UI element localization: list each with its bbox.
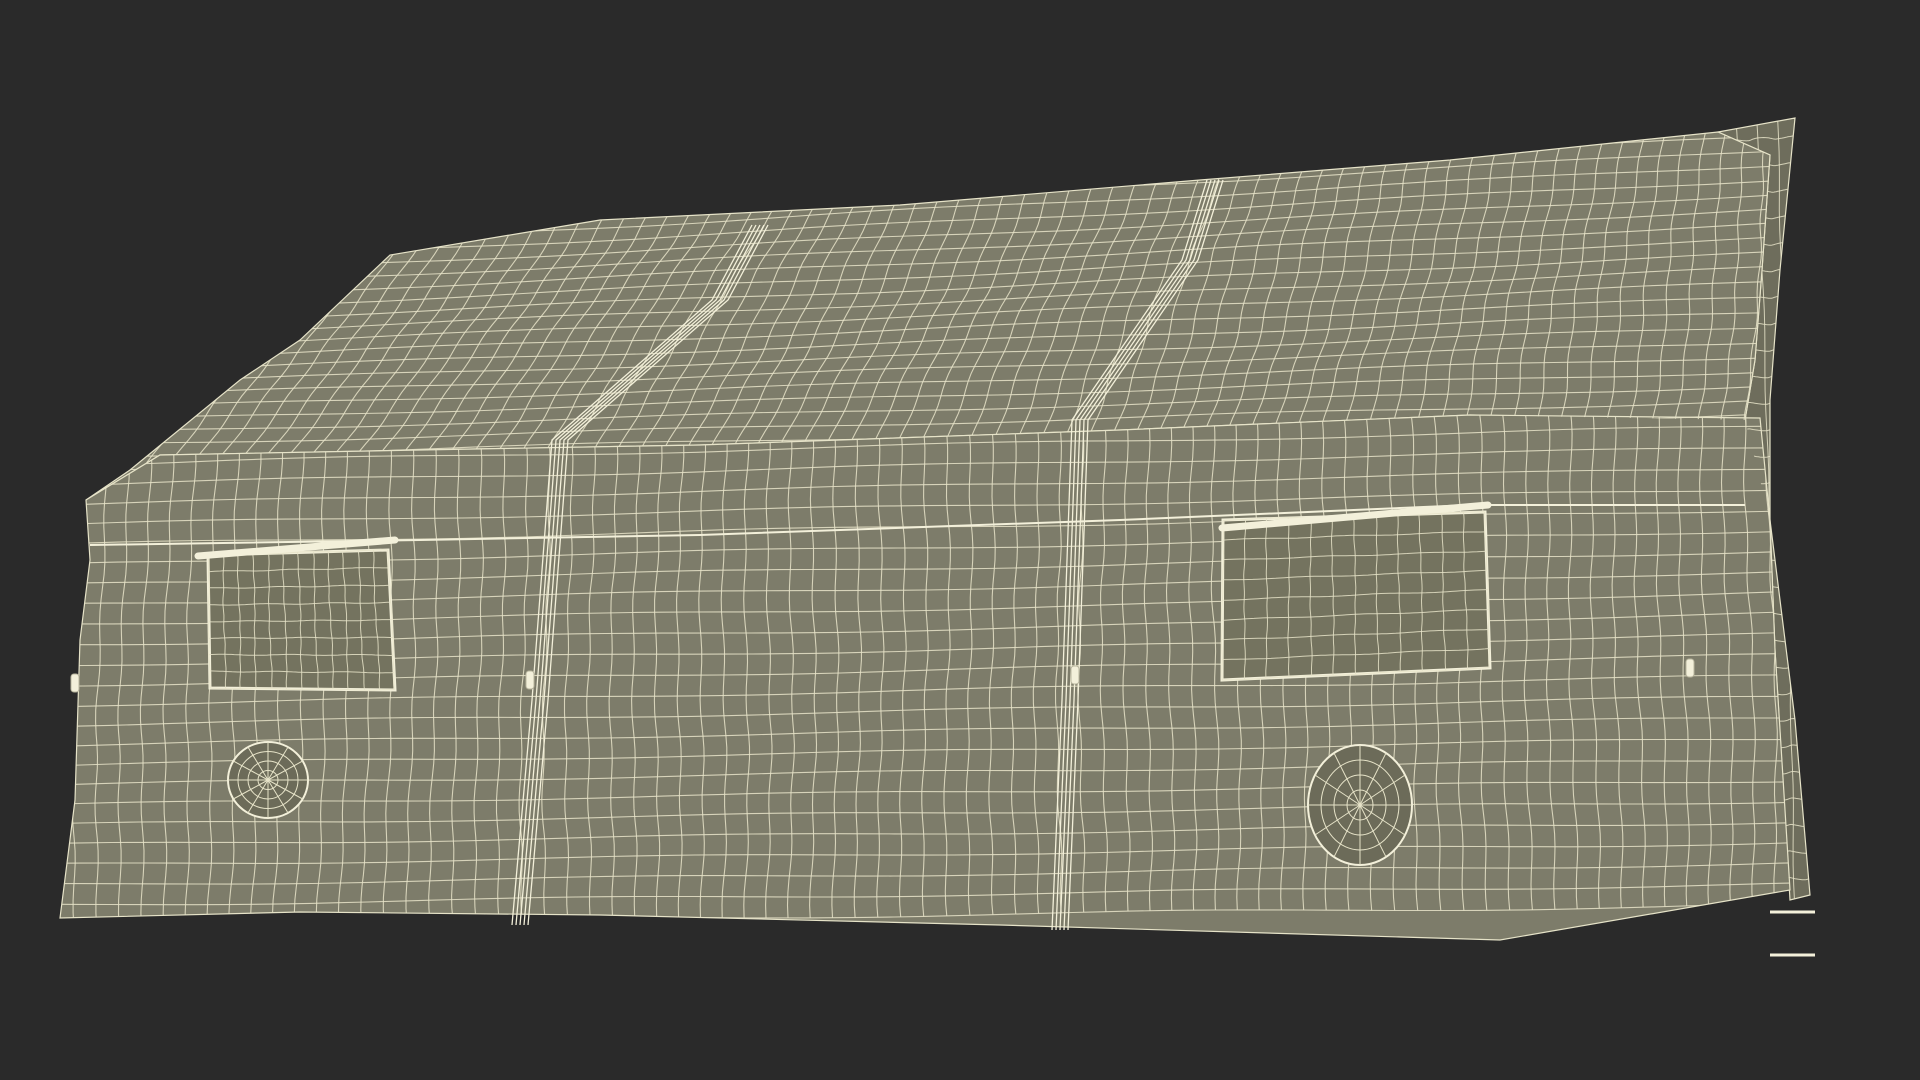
mesh-line <box>60 446 63 926</box>
vent-right <box>1307 744 1413 866</box>
mesh-line <box>1715 109 1799 116</box>
tent-body <box>59 109 1815 957</box>
render-viewport <box>0 0 1920 1080</box>
toggle-fastener <box>525 670 535 690</box>
window-right <box>1218 501 1492 682</box>
toggle-fastener <box>70 673 80 693</box>
toggle-fastener <box>1685 658 1695 678</box>
mesh-line <box>1741 904 1814 906</box>
vent-left <box>227 741 309 819</box>
tent-render <box>59 109 1815 957</box>
toggle-fastener <box>1070 665 1080 685</box>
window-left <box>194 536 399 692</box>
